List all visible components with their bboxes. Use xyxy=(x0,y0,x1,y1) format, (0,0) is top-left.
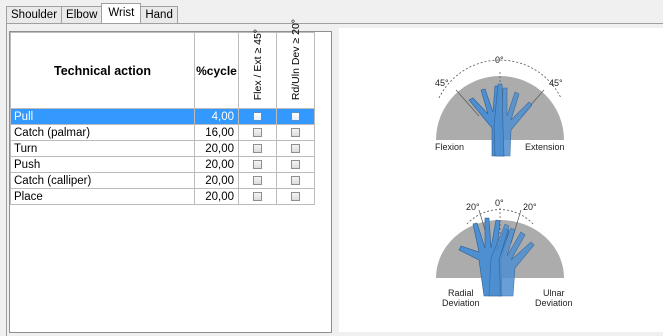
extension-label: Extension xyxy=(525,142,565,152)
radial-angle-label: 20° xyxy=(466,202,480,212)
flex-ext-checkbox[interactable] xyxy=(253,175,262,185)
cell-cycle[interactable]: 20,00 xyxy=(194,188,239,205)
flex-ext-checkbox[interactable] xyxy=(253,159,262,169)
column-header-rad-uln-dev[interactable]: Rd/Uln Dev ≥ 20° xyxy=(276,19,315,109)
ulnar-deviation-label: Ulnar Deviation xyxy=(535,288,573,308)
ulnar-deviation-label-line2: Deviation xyxy=(535,298,573,308)
cell-flex-ext xyxy=(238,140,277,157)
table-row[interactable]: Turn 20,00 xyxy=(10,140,315,157)
ulnar-deviation-label-line1: Ulnar xyxy=(543,288,565,298)
radial-deviation-label-line2: Deviation xyxy=(442,298,480,308)
wrist-diagrams-svg xyxy=(436,59,564,297)
flexion-left-angle-label: 45° xyxy=(435,78,449,88)
tab-wrist[interactable]: Wrist xyxy=(101,3,142,23)
cell-cycle[interactable]: 20,00 xyxy=(194,156,239,173)
table-row[interactable]: Place 20,00 xyxy=(10,188,315,205)
cell-action[interactable]: Place xyxy=(10,188,195,205)
radial-deviation-label: Radial Deviation xyxy=(442,288,480,308)
tab-shoulder[interactable]: Shoulder xyxy=(6,6,63,23)
rad-uln-dev-checkbox[interactable] xyxy=(291,159,300,169)
column-header-cycle[interactable]: %cycle xyxy=(194,32,239,109)
cell-action[interactable]: Catch (palmar) xyxy=(10,124,195,141)
cell-action[interactable]: Turn xyxy=(10,140,195,157)
cell-flex-ext xyxy=(238,188,277,205)
column-header-technical-action[interactable]: Technical action xyxy=(10,32,195,109)
table-row[interactable]: Push 20,00 xyxy=(10,156,315,173)
flexion-zero-degree-label: 0° xyxy=(495,55,504,65)
rad-uln-dev-checkbox[interactable] xyxy=(291,175,300,185)
cell-rad-uln-dev xyxy=(276,124,315,141)
column-header-flex-ext[interactable]: Flex / Ext ≥ 45° xyxy=(238,29,277,109)
flex-ext-checkbox[interactable] xyxy=(253,143,262,153)
tab-strip: Shoulder Elbow Wrist Hand xyxy=(6,3,178,23)
technical-actions-grid[interactable]: Technical action %cycle Flex / Ext ≥ 45°… xyxy=(9,19,332,333)
flex-ext-checkbox[interactable] xyxy=(253,127,262,137)
cell-action[interactable]: Push xyxy=(10,156,195,173)
flexion-label: Flexion xyxy=(435,142,465,152)
rad-uln-dev-checkbox[interactable] xyxy=(291,111,300,121)
table-header-row: Technical action %cycle Flex / Ext ≥ 45°… xyxy=(10,19,315,109)
cell-flex-ext xyxy=(238,108,277,125)
cell-flex-ext xyxy=(238,124,277,141)
flex-ext-checkbox[interactable] xyxy=(253,191,262,201)
cell-action[interactable]: Catch (calliper) xyxy=(10,172,195,189)
ulnar-angle-label: 20° xyxy=(523,202,537,212)
cell-cycle[interactable]: 20,00 xyxy=(194,172,239,189)
table-row[interactable]: Catch (palmar) 16,00 xyxy=(10,124,315,141)
tab-hand[interactable]: Hand xyxy=(140,6,178,23)
cell-cycle[interactable]: 16,00 xyxy=(194,124,239,141)
cell-cycle[interactable]: 4,00 xyxy=(194,108,239,125)
rad-uln-dev-checkbox[interactable] xyxy=(291,191,300,201)
cell-rad-uln-dev xyxy=(276,156,315,173)
column-header-flex-ext-label: Flex / Ext ≥ 45° xyxy=(251,28,264,100)
deviation-diagram xyxy=(436,208,564,297)
cell-flex-ext xyxy=(238,172,277,189)
tab-elbow[interactable]: Elbow xyxy=(61,6,103,23)
technical-actions-table: Technical action %cycle Flex / Ext ≥ 45°… xyxy=(10,19,315,205)
extension-right-angle-label: 45° xyxy=(549,78,563,88)
wrist-illustration-panel: 0° 45° 45° Flexion Extension 0° 20° 20° … xyxy=(339,28,663,332)
cell-rad-uln-dev xyxy=(276,172,315,189)
rad-uln-dev-checkbox[interactable] xyxy=(291,127,300,137)
flex-ext-checkbox[interactable] xyxy=(253,111,262,121)
cell-rad-uln-dev xyxy=(276,188,315,205)
cell-flex-ext xyxy=(238,156,277,173)
table-row[interactable]: Pull 4,00 xyxy=(10,108,315,125)
rad-uln-dev-checkbox[interactable] xyxy=(291,143,300,153)
cell-action[interactable]: Pull xyxy=(10,108,195,125)
column-header-rad-uln-dev-label: Rd/Uln Dev ≥ 20° xyxy=(289,18,302,100)
cell-rad-uln-dev xyxy=(276,108,315,125)
cell-rad-uln-dev xyxy=(276,140,315,157)
radial-deviation-label-line1: Radial xyxy=(448,288,474,298)
table-row[interactable]: Catch (calliper) 20,00 xyxy=(10,172,315,189)
deviation-zero-degree-label: 0° xyxy=(495,198,504,208)
cell-cycle[interactable]: 20,00 xyxy=(194,140,239,157)
